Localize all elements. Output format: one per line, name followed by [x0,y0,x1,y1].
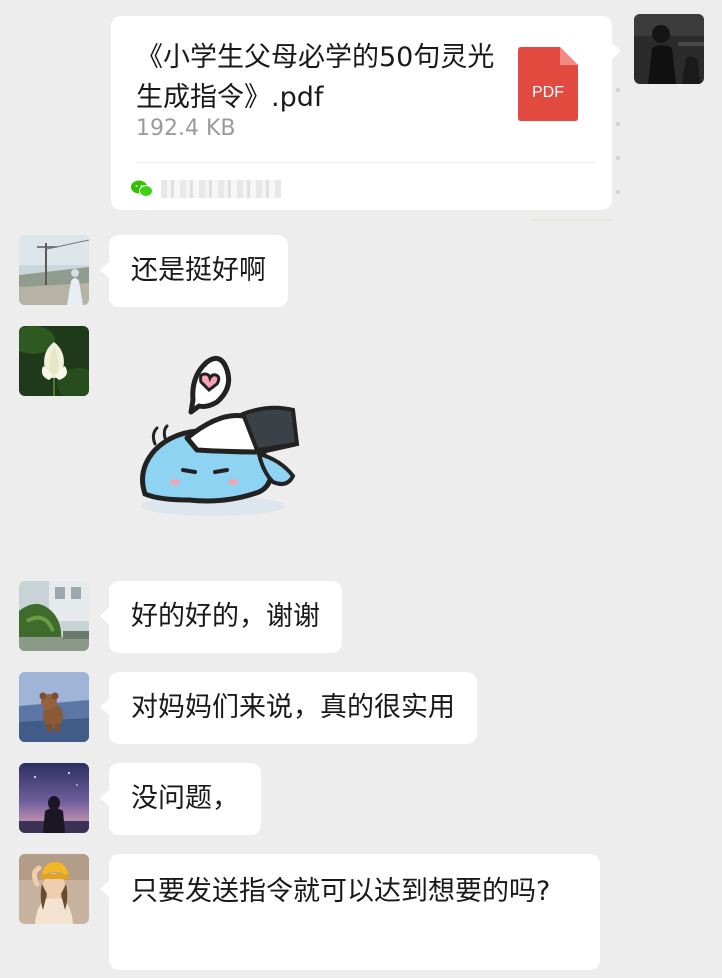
source-row [131,174,331,204]
pdf-file-icon: PDF [518,47,578,121]
contact-avatar[interactable] [19,326,89,396]
message-bubble[interactable]: 还是挺好啊 [100,235,288,307]
blob-with-heart-sticker[interactable] [133,348,303,538]
file-message-card[interactable]: 《小学生父母必学的50句灵光生成指令》.pdf 192.4 KB PDF [111,16,621,210]
message-text: 好的好的，谢谢 [131,601,320,632]
contact-avatar[interactable] [19,672,89,742]
contact-avatar[interactable] [19,854,89,924]
message-text: 没问题， [131,783,239,814]
contact-avatar[interactable] [19,581,89,651]
contact-avatar[interactable] [19,763,89,833]
message-text: 只要发送指令就可以达到想要的吗? [131,876,551,907]
side-dots [616,88,624,224]
message-text: 对妈妈们来说，真的很实用 [131,692,455,723]
self-avatar[interactable] [634,14,704,84]
card-divider [136,162,595,163]
decorative-line [532,219,614,221]
wechat-icon [131,180,153,197]
blurred-source-name [161,180,281,198]
chat-view: 《小学生父母必学的50句灵光生成指令》.pdf 192.4 KB PDF 还是挺… [0,0,722,978]
message-bubble[interactable]: 只要发送指令就可以达到想要的吗? [100,854,600,970]
file-size: 192.4 KB [136,116,236,141]
contact-avatar[interactable] [19,235,89,305]
message-bubble[interactable]: 对妈妈们来说，真的很实用 [100,672,477,744]
file-name: 《小学生父母必学的50句灵光生成指令》.pdf [136,42,495,113]
pdf-type-label: PDF [532,84,564,101]
message-text: 还是挺好啊 [131,255,266,286]
message-bubble[interactable]: 好的好的，谢谢 [100,581,342,653]
message-bubble[interactable]: 没问题， [100,763,261,835]
